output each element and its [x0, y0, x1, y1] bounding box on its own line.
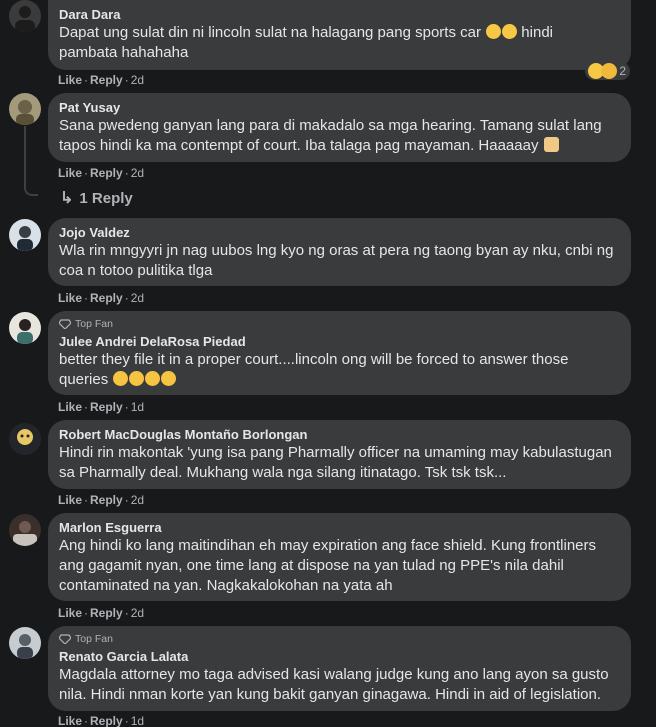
comment-author[interactable]: Julee Andrei DelaRosa Piedad [59, 333, 619, 350]
comment-timestamp[interactable]: 1d [131, 714, 144, 727]
comment-text: Dapat ung sulat din ni lincoln sulat na … [59, 24, 553, 61]
reply-arrow-icon: ↳ [60, 190, 74, 207]
reply-link[interactable]: Reply [90, 166, 123, 180]
replies-count: 1 Reply [79, 189, 133, 207]
top-fan-badge: Top Fan [59, 317, 619, 331]
comment-bubble: Jojo Valdez Wla rin mngyyri jn nag uubos… [48, 218, 631, 286]
comment-timestamp[interactable]: 2d [131, 291, 144, 305]
like-link[interactable]: Like [58, 400, 82, 414]
comment-text: Magdala attorney mo taga advised kasi wa… [59, 666, 609, 703]
top-fan-badge: Top Fan [59, 632, 619, 646]
comment-bubble: Robert MacDouglas Montaño Borlongan Hind… [48, 420, 631, 489]
diamond-icon [59, 634, 71, 644]
thread-line [24, 126, 38, 196]
comment-timestamp[interactable]: 2d [131, 493, 144, 507]
avatar[interactable] [9, 627, 41, 659]
reply-link[interactable]: Reply [90, 291, 123, 305]
rolling-eyes-emoji-icon [145, 371, 161, 386]
reaction-count: 2 [619, 64, 626, 78]
comment-actions: Like · Reply · 1d [58, 400, 145, 414]
comment-bubble: Pat Yusay Sana pwedeng ganyan lang para … [48, 93, 631, 162]
comment-timestamp[interactable]: 2d [131, 73, 144, 87]
reply-link[interactable]: Reply [90, 714, 123, 727]
rolling-eyes-emoji-icon [161, 371, 177, 386]
like-link[interactable]: Like [58, 291, 82, 305]
comment-bubble: Top Fan Julee Andrei DelaRosa Piedad bet… [48, 311, 631, 395]
like-link[interactable]: Like [58, 73, 82, 87]
avatar[interactable] [9, 93, 41, 125]
comment-author[interactable]: Robert MacDouglas Montaño Borlongan [59, 426, 619, 443]
comment-actions: Like · Reply · 2d [58, 166, 145, 180]
avatar[interactable] [9, 219, 41, 251]
reaction-summary[interactable]: 2 [585, 62, 630, 80]
like-link[interactable]: Like [58, 606, 82, 620]
reply-link[interactable]: Reply [90, 73, 123, 87]
comment-author[interactable]: Jojo Valdez [59, 224, 619, 241]
comment-actions: Like · Reply · 2d [58, 606, 145, 620]
laughing-emoji-icon [486, 24, 502, 39]
sad-reaction-icon [601, 63, 618, 79]
rolling-eyes-emoji-icon [129, 371, 145, 386]
comment-text: Ang hindi ko lang maitindihan eh may exp… [59, 537, 596, 594]
comment-timestamp[interactable]: 2d [131, 606, 144, 620]
comment-actions: Like · Reply · 2d [58, 291, 145, 305]
comment-bubble: Top Fan Renato Garcia Lalata Magdala att… [48, 626, 631, 711]
like-link[interactable]: Like [58, 493, 82, 507]
avatar[interactable] [9, 423, 41, 455]
comment-bubble: Marlon Esguerra Ang hindi ko lang maitin… [48, 513, 631, 601]
comment-text: Wla rin mngyyri jn nag uubos lng kyo ng … [59, 242, 614, 279]
avatar[interactable] [9, 312, 41, 344]
comment-author[interactable]: Marlon Esguerra [59, 519, 619, 536]
avatar[interactable] [9, 0, 41, 32]
laughing-emoji-icon [502, 24, 518, 39]
facepalm-emoji-icon [543, 137, 559, 152]
view-replies-link[interactable]: ↳ 1 Reply [60, 188, 133, 208]
diamond-icon [59, 319, 71, 329]
reply-link[interactable]: Reply [90, 400, 123, 414]
comment-author[interactable]: Renato Garcia Lalata [59, 648, 619, 665]
like-link[interactable]: Like [58, 166, 82, 180]
comment-text: Hindi rin makontak 'yung isa pang Pharma… [59, 444, 612, 481]
rolling-eyes-emoji-icon [113, 371, 129, 386]
comment-actions: Like · Reply · 1d [58, 714, 145, 727]
like-link[interactable]: Like [58, 714, 82, 727]
comment-text: better they file it in a proper court...… [59, 351, 569, 388]
comment-actions: Like · Reply · 2d [58, 73, 145, 87]
reply-link[interactable]: Reply [90, 493, 123, 507]
comment-timestamp[interactable]: 2d [131, 166, 144, 180]
comment-text: Sana pwedeng ganyan lang para di makadal… [59, 117, 602, 154]
comment-bubble: Dara Dara Dapat ung sulat din ni lincoln… [48, 0, 631, 70]
reply-link[interactable]: Reply [90, 606, 123, 620]
comment-author[interactable]: Dara Dara [59, 6, 619, 23]
avatar[interactable] [9, 514, 41, 546]
comment-author[interactable]: Pat Yusay [59, 99, 619, 116]
comment-timestamp[interactable]: 1d [131, 400, 144, 414]
comment-actions: Like · Reply · 2d [58, 493, 145, 507]
